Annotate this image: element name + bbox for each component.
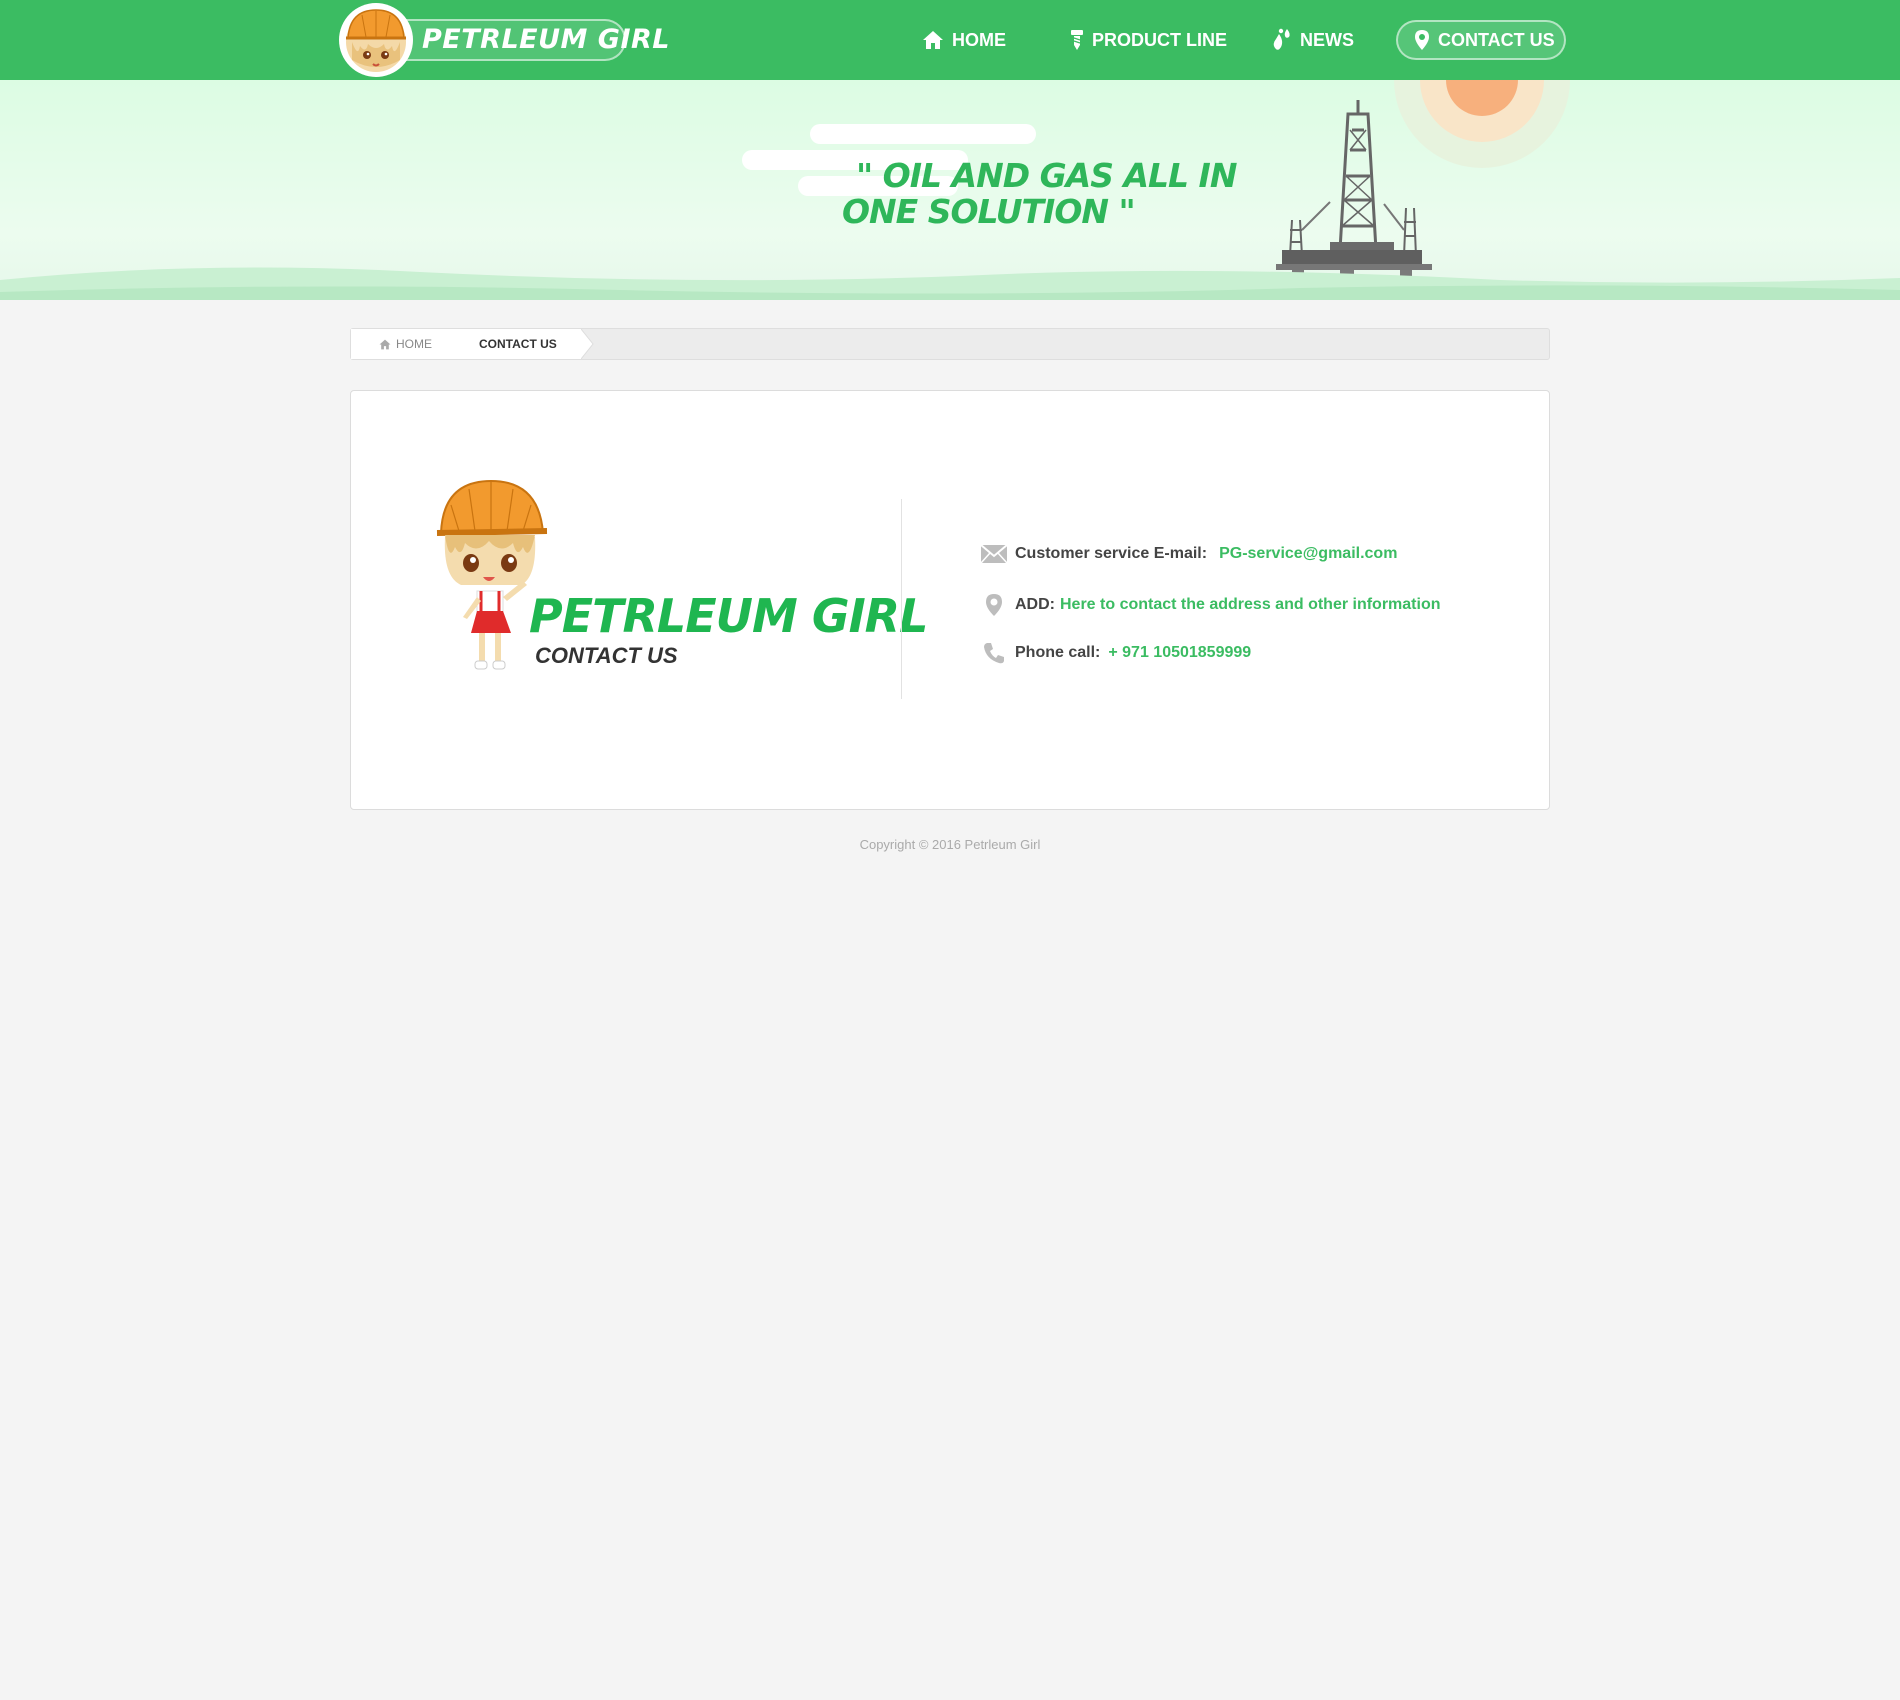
nav-product-line[interactable]: PRODUCT LINE [1070, 20, 1227, 60]
address-label: ADD: [1015, 596, 1055, 613]
nav-home[interactable]: HOME [922, 20, 1006, 60]
contact-subtitle: CONTACT US [535, 643, 678, 668]
oil-rig-illustration [1276, 100, 1432, 300]
hero-banner: " OIL AND GAS ALL IN ONE SOLUTION " [0, 80, 1900, 300]
contact-card: PETRLEUM GIRL CONTACT US Customer servic… [350, 390, 1550, 810]
location-pin-icon [986, 594, 1002, 616]
phone-value[interactable]: + 971 10501859999 [1108, 644, 1251, 662]
vertical-divider [901, 499, 902, 699]
breadcrumb-separator-icon [581, 329, 594, 359]
home-icon [923, 31, 943, 49]
footer-copyright: Copyright © 2016 Petrleum Girl [859, 837, 1041, 852]
home-icon [379, 339, 391, 349]
nav-product-line-label: PRODUCT LINE [1092, 29, 1227, 50]
phone-row: Phone call: + 971 10501859999 [979, 640, 1251, 666]
email-link[interactable]: PG-service@gmail.com [1219, 545, 1397, 563]
contact-brand-title: PETRLEUM GIRL [529, 589, 928, 643]
breadcrumb-home[interactable]: HOME [351, 329, 451, 359]
logo-text: PETRLEUM GIRL [422, 24, 670, 55]
banner-slogan: " OIL AND GAS ALL IN ONE SOLUTION " [842, 156, 1237, 231]
site-logo[interactable]: PETRLEUM GIRL [338, 2, 669, 78]
nav-news[interactable]: NEWS [1272, 20, 1354, 60]
breadcrumb-current-label: CONTACT US [479, 337, 557, 351]
address-row: ADD: Here to contact the address and oth… [979, 592, 1441, 618]
screw-icon [1071, 30, 1083, 50]
location-pin-icon [1415, 30, 1429, 50]
droplets-icon [1273, 28, 1290, 50]
phone-label: Phone call: [1015, 644, 1101, 661]
nav-contact-us[interactable]: CONTACT US [1396, 20, 1566, 60]
breadcrumb: HOME CONTACT US [350, 328, 1550, 360]
slogan-line-2: ONE SOLUTION " [842, 192, 1136, 231]
nav-contact-us-label: CONTACT US [1438, 29, 1555, 50]
breadcrumb-current: CONTACT US [451, 329, 581, 359]
phone-icon [984, 643, 1004, 664]
address-value: Here to contact the address and other in… [1060, 596, 1441, 613]
slogan-line-1: " OIL AND GAS ALL IN [856, 156, 1237, 195]
mascot-face-icon [339, 3, 413, 77]
envelope-icon [980, 544, 1008, 564]
top-navigation-bar: PETRLEUM GIRL HOME PRODUCT LINE NEWS CON… [0, 0, 1900, 80]
nav-news-label: NEWS [1300, 29, 1354, 50]
breadcrumb-home-label: HOME [396, 337, 432, 351]
email-label: Customer service E-mail: [1015, 545, 1208, 562]
email-row: Customer service E-mail: PG-service@gmai… [979, 541, 1397, 567]
nav-home-label: HOME [952, 29, 1006, 50]
